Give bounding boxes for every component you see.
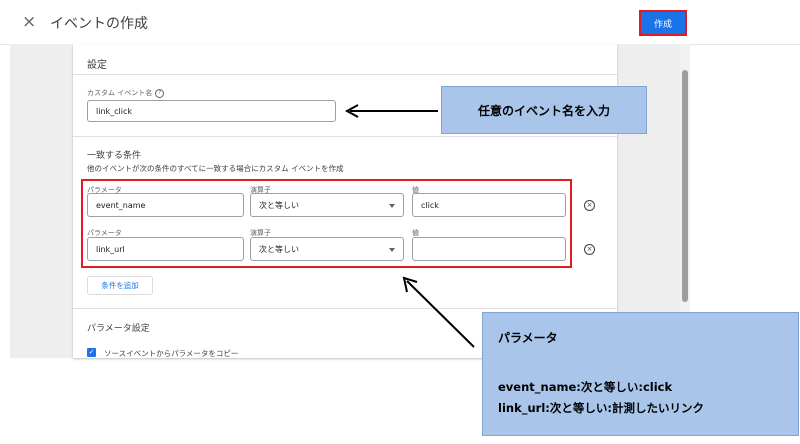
event-name-callout: 任意のイベント名を入力 [441,86,647,134]
parameter-callout-line: link_url:次と等しい:計測したいリンク [498,401,704,415]
parameter-callout-title: パラメータ [498,331,558,345]
parameter-callout-line: event_name:次と等しい:click [498,380,673,394]
parameter-callout: パラメータ event_name:次と等しい:click link_url:次と… [482,312,799,436]
